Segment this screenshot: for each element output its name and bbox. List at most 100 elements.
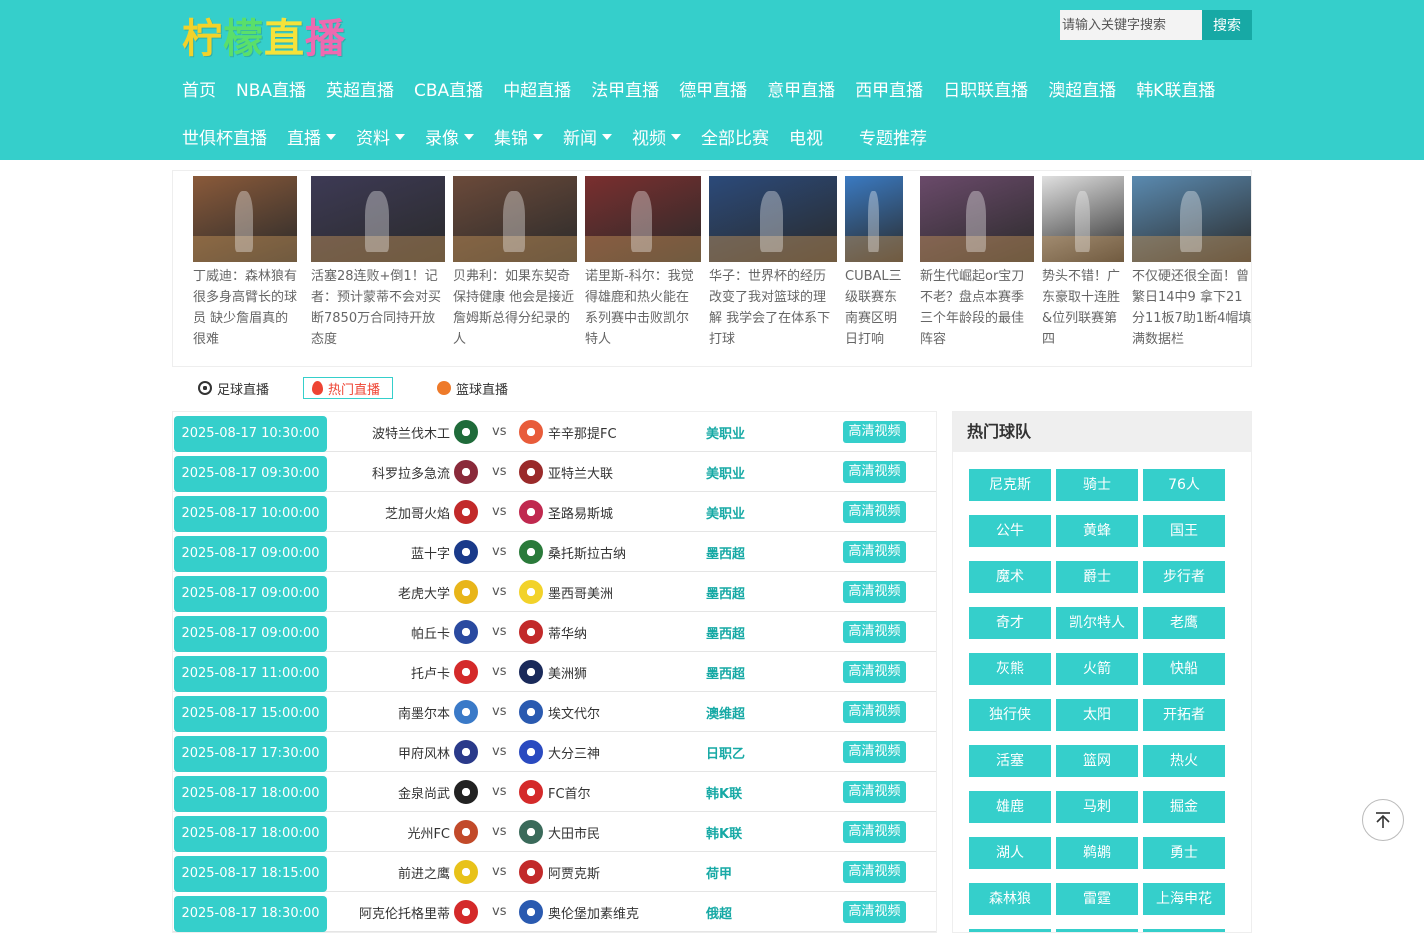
away-team-logo[interactable] [519,660,543,684]
home-team-logo[interactable] [454,700,478,724]
news-card[interactable]: 诺里斯-科尔：我觉得雄鹿和热火能在系列赛中击败凯尔特人 [585,176,701,350]
home-team-name[interactable]: 南墨尔本 [398,703,450,722]
home-team-logo[interactable] [454,620,478,644]
hd-video-button[interactable]: 高清视频 [843,541,906,563]
team-button[interactable] [969,929,1051,932]
team-button[interactable]: 76人 [1143,469,1225,501]
away-team-name[interactable]: 大田市民 [548,823,600,842]
news-card[interactable]: 新生代崛起or宝刀不老？盘点本赛季三个年龄段的最佳阵容 [920,176,1034,350]
team-button[interactable]: 森林狼 [969,883,1051,915]
hd-video-button[interactable]: 高清视频 [843,501,906,523]
league-link[interactable]: 韩K联 [706,783,742,802]
hd-video-button[interactable]: 高清视频 [843,781,906,803]
tab-basketball[interactable]: 篮球直播 [431,377,514,399]
news-title[interactable]: 不仅硬还很全面！曾繁日14中9 拿下21分11板7助1断4帽填满数据栏 [1132,266,1251,350]
hd-video-button[interactable]: 高清视频 [843,421,906,443]
league-link[interactable]: 美职业 [706,503,745,522]
nav-link[interactable]: 专题推荐 [859,122,927,150]
hd-video-button[interactable]: 高清视频 [843,581,906,603]
site-logo[interactable]: 柠檬直播 [182,11,346,62]
away-team-logo[interactable] [519,460,543,484]
away-team-name[interactable]: 辛辛那提FC [548,423,617,442]
league-link[interactable]: 墨西超 [706,543,745,562]
away-team-logo[interactable] [519,540,543,564]
hd-video-button[interactable]: 高清视频 [843,901,906,923]
hd-video-button[interactable]: 高清视频 [843,821,906,843]
team-button[interactable]: 开拓者 [1143,699,1225,731]
back-to-top-button[interactable] [1362,799,1404,841]
nav-link[interactable]: 意甲直播 [767,74,835,102]
nav-link[interactable]: 电视 [789,122,823,150]
tab-football[interactable]: 足球直播 [192,377,275,399]
hd-video-button[interactable]: 高清视频 [843,861,906,883]
away-team-name[interactable]: 奥伦堡加素维克 [548,903,639,922]
league-link[interactable]: 澳维超 [706,703,745,722]
nav-link[interactable]: CBA直播 [414,74,483,102]
home-team-logo[interactable] [454,540,478,564]
nav-link[interactable]: 首页 [182,74,216,102]
away-team-logo[interactable] [519,700,543,724]
team-button[interactable]: 火箭 [1056,653,1138,685]
nav-link[interactable]: 世俱杯直播 [182,122,267,150]
news-card[interactable]: 贝弗利：如果东契奇保持健康 他会是接近詹姆斯总得分纪录的人 [453,176,577,350]
nav-link[interactable]: 韩K联直播 [1136,74,1215,102]
away-team-logo[interactable] [519,820,543,844]
team-button[interactable]: 奇才 [969,607,1051,639]
news-thumbnail[interactable] [193,176,297,262]
nav-link[interactable]: 中超直播 [503,74,571,102]
team-button[interactable]: 尼克斯 [969,469,1051,501]
home-team-logo[interactable] [454,900,478,924]
news-thumbnail[interactable] [585,176,701,262]
home-team-logo[interactable] [454,580,478,604]
away-team-name[interactable]: 桑托斯拉古纳 [548,543,626,562]
news-title[interactable]: 诺里斯-科尔：我觉得雄鹿和热火能在系列赛中击败凯尔特人 [585,266,701,350]
team-button[interactable]: 独行侠 [969,699,1051,731]
news-thumbnail[interactable] [920,176,1034,262]
news-card[interactable]: 活塞28连败+倒1！记者：预计蒙蒂不会对买断7850万合同持开放态度 [311,176,445,350]
away-team-logo[interactable] [519,780,543,804]
away-team-name[interactable]: 蒂华纳 [548,623,587,642]
news-title[interactable]: 活塞28连败+倒1！记者：预计蒙蒂不会对买断7850万合同持开放态度 [311,266,445,350]
team-button[interactable]: 凯尔特人 [1056,607,1138,639]
home-team-logo[interactable] [454,860,478,884]
home-team-name[interactable]: 蓝十字 [411,543,450,562]
home-team-name[interactable]: 科罗拉多急流 [372,463,450,482]
away-team-logo[interactable] [519,500,543,524]
news-title[interactable]: 势头不错！广东豪取十连胜&位列联赛第四 [1042,266,1124,350]
news-thumbnail[interactable] [845,176,903,262]
home-team-logo[interactable] [454,740,478,764]
team-button[interactable]: 爵士 [1056,561,1138,593]
team-button[interactable]: 篮网 [1056,745,1138,777]
home-team-name[interactable]: 芝加哥火焰 [385,503,450,522]
home-team-name[interactable]: 帕丘卡 [411,623,450,642]
home-team-logo[interactable] [454,660,478,684]
hd-video-button[interactable]: 高清视频 [843,741,906,763]
nav-link[interactable]: 西甲直播 [855,74,923,102]
league-link[interactable]: 荷甲 [706,863,732,882]
team-button[interactable]: 骑士 [1056,469,1138,501]
news-card[interactable]: 不仅硬还很全面！曾繁日14中9 拿下21分11板7助1断4帽填满数据栏 [1132,176,1251,350]
away-team-name[interactable]: 亚特兰大联 [548,463,613,482]
team-button[interactable]: 太阳 [1056,699,1138,731]
team-button[interactable]: 鹈鹕 [1056,837,1138,869]
away-team-logo[interactable] [519,580,543,604]
nav-link[interactable]: 英超直播 [326,74,394,102]
team-button[interactable]: 马刺 [1056,791,1138,823]
home-team-logo[interactable] [454,420,478,444]
league-link[interactable]: 墨西超 [706,583,745,602]
news-card[interactable]: 华子：世界杯的经历改变了我对篮球的理解 我学会了在体系下打球 [709,176,837,350]
team-button[interactable]: 快船 [1143,653,1225,685]
home-team-name[interactable]: 前进之鹰 [398,863,450,882]
home-team-name[interactable]: 金泉尚武 [398,783,450,802]
nav-link[interactable]: 资料 [356,122,405,150]
nav-link[interactable]: 录像 [425,122,474,150]
search-button[interactable]: 搜索 [1202,10,1252,40]
home-team-logo[interactable] [454,500,478,524]
team-button[interactable]: 雷霆 [1056,883,1138,915]
home-team-name[interactable]: 光州FC [407,823,450,842]
news-card[interactable]: 势头不错！广东豪取十连胜&位列联赛第四 [1042,176,1124,350]
team-button[interactable] [1056,929,1138,932]
team-button[interactable]: 热火 [1143,745,1225,777]
away-team-name[interactable]: 圣路易斯城 [548,503,613,522]
away-team-logo[interactable] [519,900,543,924]
